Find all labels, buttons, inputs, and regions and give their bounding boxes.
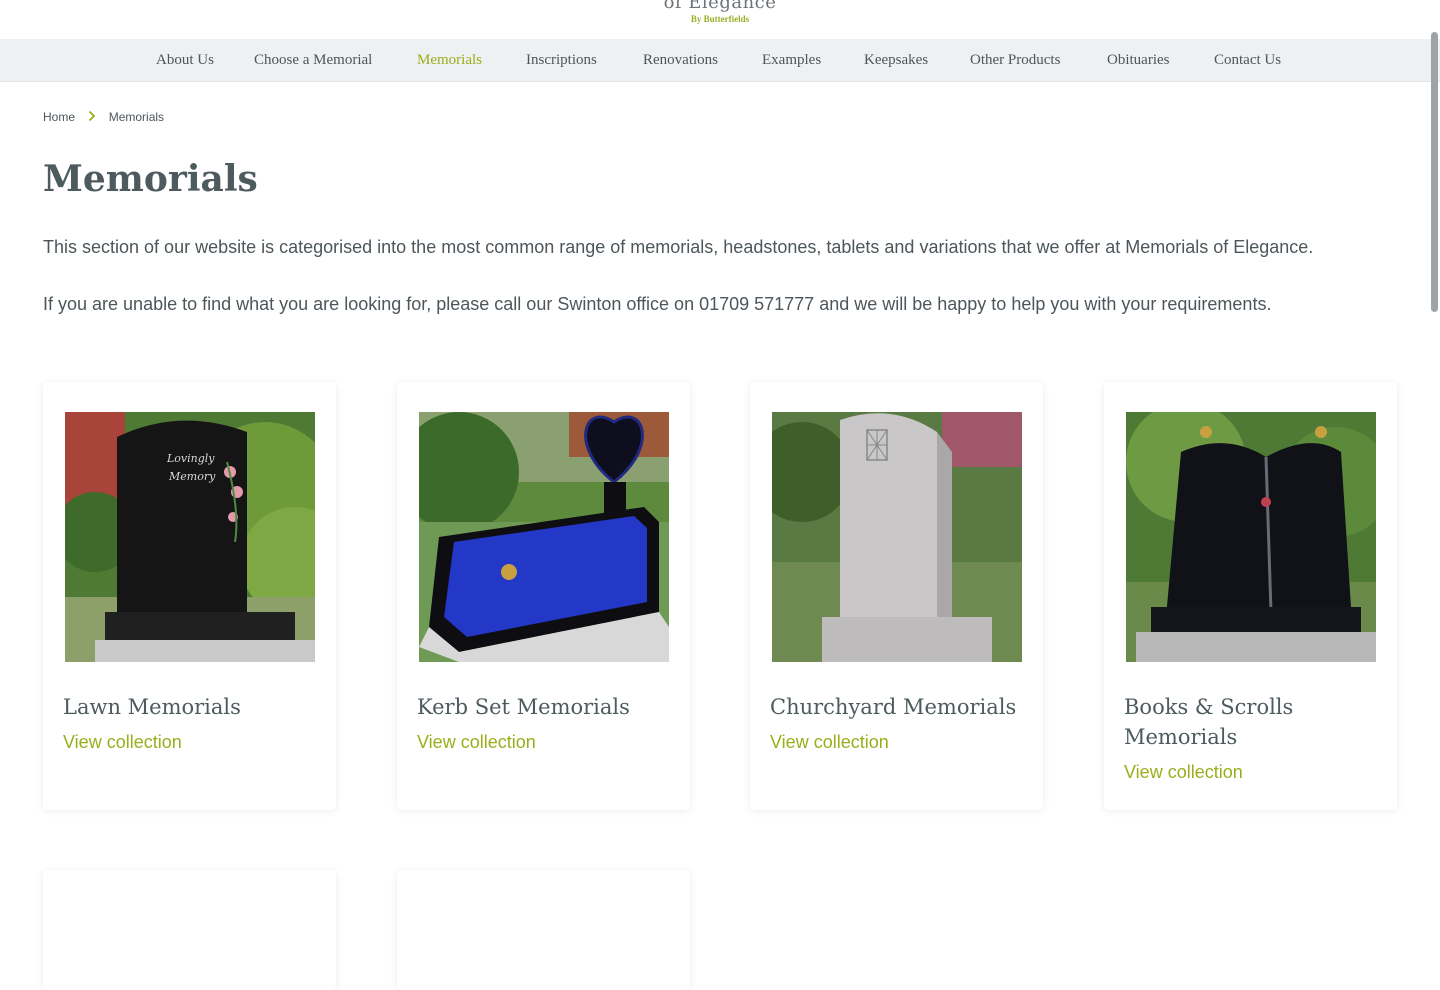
logo-subtitle: By Butterfields xyxy=(690,14,750,24)
card-title: Kerb Set Memorials xyxy=(417,695,630,719)
nav-item-obituaries[interactable]: Obituaries xyxy=(1107,39,1169,81)
breadcrumb-current: Memorials xyxy=(108,110,165,124)
intro-paragraph-1: This section of our website is categoris… xyxy=(43,237,1314,257)
breadcrumb-home[interactable]: Home xyxy=(43,110,75,124)
churchyard-headstone-image[interactable] xyxy=(772,412,1022,662)
card-title: Lawn Memorials xyxy=(63,695,241,719)
memorial-card-kerb-set[interactable]: Kerb Set Memorials View collection xyxy=(397,382,690,810)
kerb-set-image[interactable] xyxy=(419,412,669,662)
nav-item-memorials[interactable]: Memorials xyxy=(417,39,482,81)
view-collection-link[interactable]: View collection xyxy=(1124,762,1243,783)
view-collection-link[interactable]: View collection xyxy=(63,732,182,753)
chevron-right-icon xyxy=(88,109,96,125)
main-nav: About Us Choose a Memorial Memorials Ins… xyxy=(0,39,1440,82)
nav-item-choose-a-memorial[interactable]: Choose a Memorial xyxy=(254,39,372,81)
nav-item-other-products[interactable]: Other Products xyxy=(970,39,1060,81)
card-title: Books & Scrolls Memorials xyxy=(1124,695,1294,749)
view-collection-link[interactable]: View collection xyxy=(770,732,889,753)
page-scrollbar[interactable] xyxy=(1431,32,1438,312)
page-title: Memorials xyxy=(43,158,258,200)
nav-item-about-us[interactable]: About Us xyxy=(156,39,214,81)
nav-item-keepsakes[interactable]: Keepsakes xyxy=(864,39,928,81)
nav-item-examples[interactable]: Examples xyxy=(762,39,821,81)
memorial-card-row2-1[interactable] xyxy=(43,870,336,990)
breadcrumb: Home Memorials xyxy=(43,109,164,125)
intro-paragraph-2: If you are unable to find what you are l… xyxy=(43,294,1272,314)
view-collection-link[interactable]: View collection xyxy=(417,732,536,753)
svg-text:Memory: Memory xyxy=(168,470,216,483)
memorial-card-churchyard[interactable]: Churchyard Memorials View collection xyxy=(750,382,1043,810)
memorial-card-lawn[interactable]: Lovingly Memory Lawn Memorials View coll… xyxy=(43,382,336,810)
nav-item-contact-us[interactable]: Contact Us xyxy=(1214,39,1281,81)
logo-title[interactable]: of Elegance xyxy=(0,0,1440,13)
memorial-card-books-scrolls[interactable]: Books & Scrolls Memorials View collectio… xyxy=(1104,382,1397,810)
lawn-headstone-image[interactable]: Lovingly Memory xyxy=(65,412,315,662)
nav-item-inscriptions[interactable]: Inscriptions xyxy=(526,39,597,81)
book-memorial-image[interactable] xyxy=(1126,412,1376,662)
site-header: of Elegance By Butterfields xyxy=(0,0,1440,39)
nav-item-renovations[interactable]: Renovations xyxy=(643,39,718,81)
memorial-card-row2-2[interactable] xyxy=(397,870,690,990)
svg-text:Lovingly: Lovingly xyxy=(166,452,215,465)
card-title: Churchyard Memorials xyxy=(770,695,1017,719)
